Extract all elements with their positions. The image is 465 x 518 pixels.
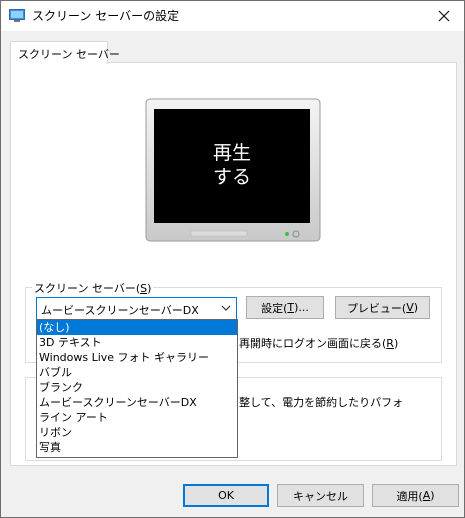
title-bar: スクリーン セーバーの設定 xyxy=(1,1,464,31)
dropdown-option-3d-text[interactable]: 3D テキスト xyxy=(37,335,237,350)
power-description-text: 整して、電力を節約したりパフォ xyxy=(239,396,404,409)
tab-label: スクリーン セーバー xyxy=(18,48,120,61)
screensaver-select-value: ムービースクリーンセーバーDX xyxy=(41,304,199,317)
close-button[interactable] xyxy=(424,1,464,31)
preview-text-line1: 再生 xyxy=(213,142,251,164)
screensaver-group-label: スクリーン セーバー(S) xyxy=(32,280,154,296)
screensaver-settings-window: スクリーン セーバーの設定 スクリーン セーバー 再生 する スクリーン セーバ… xyxy=(0,0,465,518)
display-settings-icon xyxy=(9,9,25,22)
dropdown-option-photos[interactable]: 写真 xyxy=(37,440,237,455)
ok-button[interactable]: OK xyxy=(183,484,269,507)
screensaver-dropdown-list[interactable]: (なし) 3D テキスト Windows Live フォト ギャラリー バブル … xyxy=(36,319,238,458)
dropdown-option-none[interactable]: (なし) xyxy=(37,320,237,335)
dropdown-option-blank[interactable]: ブランク xyxy=(37,380,237,395)
preview-button[interactable]: プレビュー(V) xyxy=(335,296,430,319)
tab-screensaver[interactable]: スクリーン セーバー xyxy=(10,41,120,64)
chevron-down-icon xyxy=(221,305,231,311)
apply-button[interactable]: 適用(A) xyxy=(372,484,459,507)
dropdown-option-line-art[interactable]: ライン アート xyxy=(37,410,237,425)
dropdown-option-ribbon[interactable]: リボン xyxy=(37,425,237,440)
dropdown-option-photo-gallery[interactable]: Windows Live フォト ギャラリー xyxy=(37,350,237,365)
resume-logon-checkbox-label[interactable]: 再開時にログオン画面に戻る(R) xyxy=(239,335,398,351)
dropdown-option-bubbles[interactable]: バブル xyxy=(37,365,237,380)
cancel-button[interactable]: キャンセル xyxy=(277,484,364,507)
preview-text-line2: する xyxy=(213,166,251,188)
screensaver-select[interactable]: ムービースクリーンセーバーDX xyxy=(36,297,237,320)
power-led-icon xyxy=(285,232,289,236)
close-icon xyxy=(438,10,450,22)
settings-button[interactable]: 設定(T)... xyxy=(246,296,324,319)
monitor-preview: 再生 する xyxy=(145,98,321,242)
window-title: スクリーン セーバーの設定 xyxy=(32,9,180,23)
dropdown-option-movie-dx[interactable]: ムービースクリーンセーバーDX xyxy=(37,395,237,410)
